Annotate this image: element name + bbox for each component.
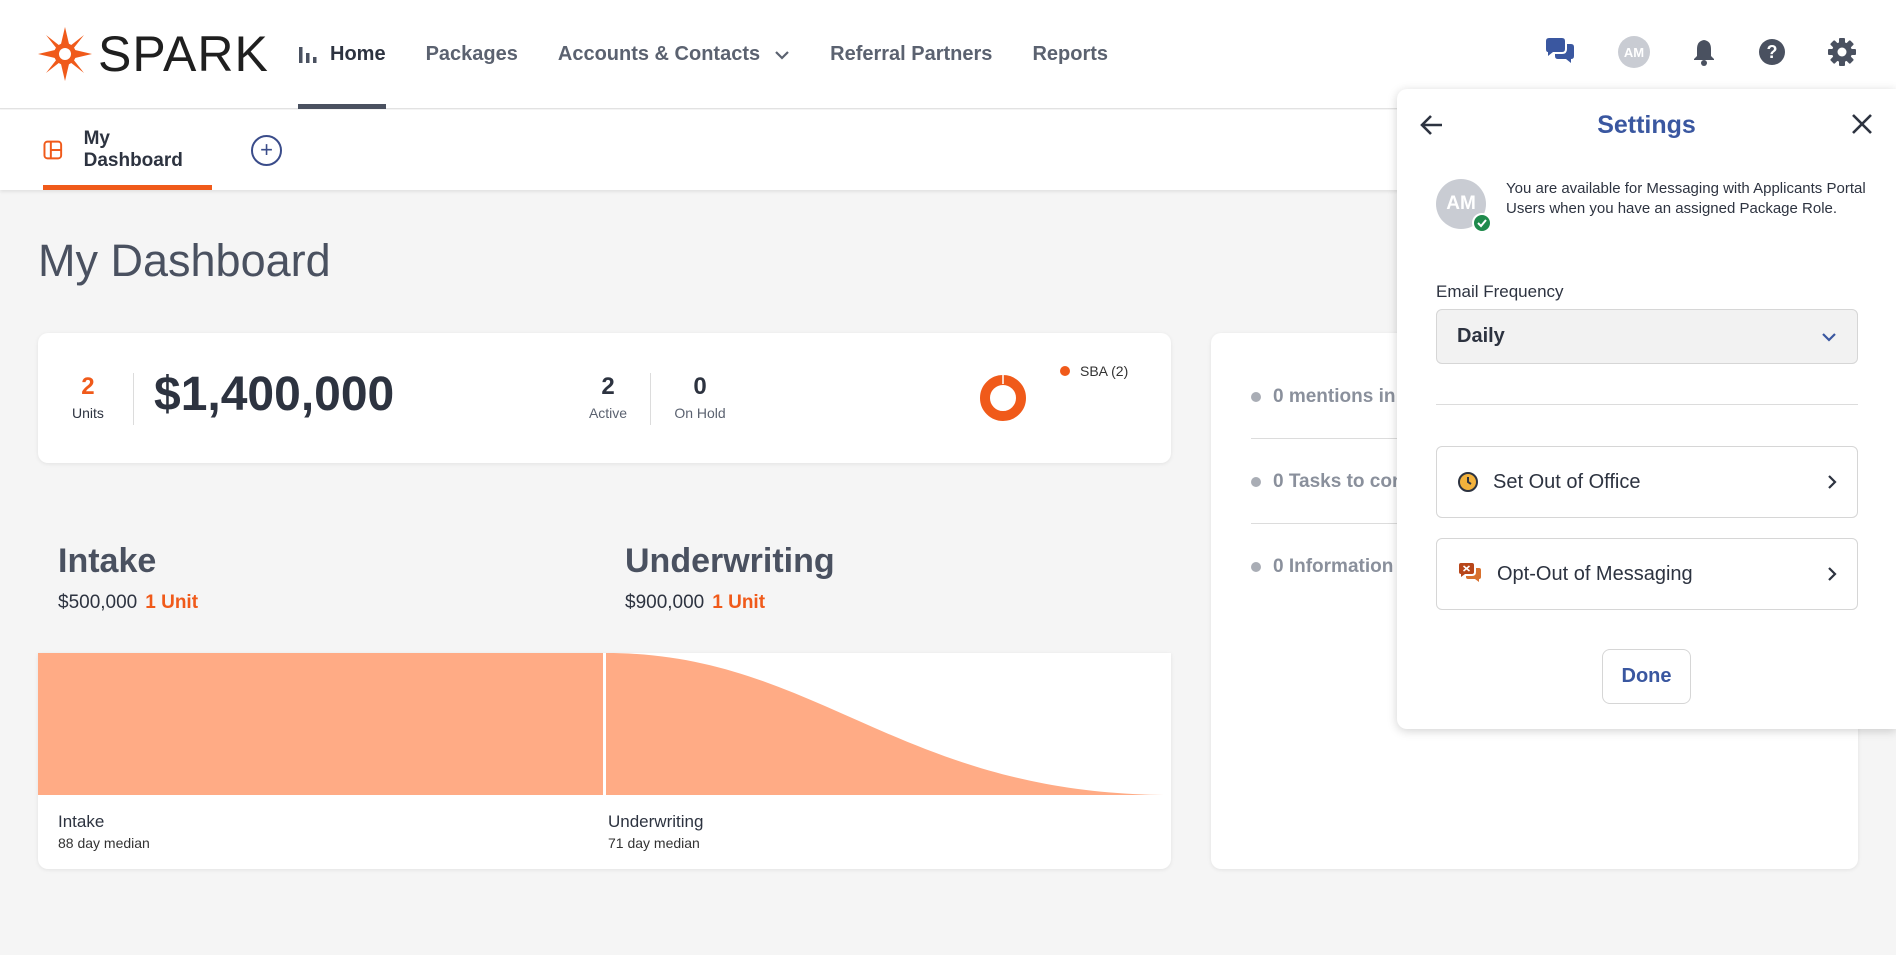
spark-logo[interactable]: SPARK bbox=[38, 26, 269, 82]
funnel-segment-intake[interactable] bbox=[38, 653, 603, 795]
onhold-stat: 0 On Hold bbox=[671, 373, 729, 421]
funnel-shape bbox=[38, 653, 1171, 795]
active-label: Active bbox=[588, 405, 628, 421]
divider bbox=[650, 373, 651, 425]
todo-text: 0 mentions in bbox=[1273, 386, 1396, 407]
set-out-of-office-button[interactable]: Set Out of Office bbox=[1436, 446, 1858, 518]
funnel-label-intake: Intake bbox=[58, 812, 105, 831]
svg-text:?: ? bbox=[1767, 42, 1778, 62]
close-icon[interactable] bbox=[1850, 112, 1874, 136]
stage-summary-intake: $500,000 1 Unit bbox=[58, 592, 198, 614]
add-tab-button[interactable]: + bbox=[251, 135, 282, 166]
available-check-icon bbox=[1472, 213, 1492, 233]
chat-off-icon bbox=[1457, 562, 1483, 586]
chat-icon[interactable] bbox=[1544, 37, 1576, 67]
active-value: 2 bbox=[601, 373, 615, 400]
stage-amount: $900,000 bbox=[625, 592, 705, 613]
stage-units: 1 Unit bbox=[145, 592, 199, 613]
todo-tasks[interactable]: 0 Tasks to con bbox=[1251, 471, 1404, 493]
funnel-median-underwriting: 71 day median bbox=[608, 835, 700, 851]
stage-amount: $500,000 bbox=[58, 592, 138, 613]
nav-reports[interactable]: Reports bbox=[1032, 0, 1108, 109]
chevron-right-icon bbox=[1828, 475, 1837, 489]
email-frequency-label: Email Frequency bbox=[1436, 282, 1564, 301]
active-stat: 2 Active bbox=[588, 373, 628, 421]
funnel-label-underwriting: Underwriting bbox=[608, 812, 704, 831]
chevron-right-icon bbox=[1828, 567, 1837, 581]
done-button[interactable]: Done bbox=[1602, 649, 1691, 704]
stage-summary-underwriting: $900,000 1 Unit bbox=[625, 592, 765, 614]
onhold-label: On Hold bbox=[674, 405, 726, 421]
summary-card: 2 Units $1,400,000 2 Active 0 On Hold SB… bbox=[38, 333, 1171, 463]
user-avatar[interactable]: AM bbox=[1618, 36, 1650, 68]
todo-mentions[interactable]: 0 mentions in bbox=[1251, 386, 1395, 408]
gear-icon[interactable] bbox=[1828, 38, 1856, 66]
stage-title-underwriting: Underwriting bbox=[625, 542, 835, 580]
legend-label: SBA (2) bbox=[1080, 363, 1129, 379]
divider bbox=[133, 373, 134, 425]
nav-home[interactable]: Home bbox=[298, 0, 386, 109]
settings-panel: Settings AM You are available for Messag… bbox=[1397, 89, 1896, 729]
stage-units: 1 Unit bbox=[712, 592, 766, 613]
package-type-donut bbox=[980, 375, 1026, 421]
nav-accounts-label: Accounts & Contacts bbox=[557, 43, 761, 65]
funnel-median-intake: 88 day median bbox=[58, 835, 150, 851]
chevron-down-icon bbox=[1822, 332, 1836, 342]
tab-my-dashboard[interactable]: My Dashboard bbox=[43, 110, 212, 190]
bar-chart-icon bbox=[299, 46, 317, 63]
bullet bbox=[1251, 392, 1261, 402]
bell-icon[interactable] bbox=[1692, 38, 1716, 66]
funnel-segment-underwriting[interactable] bbox=[606, 653, 1171, 795]
logo-text: SPARK bbox=[98, 26, 269, 82]
spark-logo-icon bbox=[38, 27, 92, 81]
units-stat: 2 Units bbox=[72, 373, 104, 421]
nav-packages[interactable]: Packages bbox=[426, 0, 518, 109]
todo-information[interactable]: 0 Information bbox=[1251, 556, 1393, 578]
main-nav: Home Packages Accounts & Contacts Referr… bbox=[298, 0, 1148, 109]
units-value: 2 bbox=[81, 373, 95, 400]
chevron-down-icon bbox=[775, 50, 789, 60]
email-frequency-select[interactable]: Daily bbox=[1436, 309, 1858, 364]
opt-out-label: Opt-Out of Messaging bbox=[1497, 562, 1693, 585]
header-actions: AM ? bbox=[1502, 36, 1856, 68]
nav-accounts-contacts[interactable]: Accounts & Contacts bbox=[558, 0, 790, 109]
nav-referral-partners[interactable]: Referral Partners bbox=[830, 0, 992, 109]
chart-legend: SBA (2) bbox=[1060, 363, 1128, 379]
opt-out-messaging-button[interactable]: Opt-Out of Messaging bbox=[1436, 538, 1858, 610]
settings-title: Settings bbox=[1597, 111, 1696, 139]
help-icon[interactable]: ? bbox=[1758, 38, 1786, 66]
todo-text: 0 Information bbox=[1273, 556, 1394, 577]
bullet bbox=[1251, 562, 1261, 572]
nav-reports-label: Reports bbox=[1032, 43, 1109, 65]
tab-label: My Dashboard bbox=[83, 128, 183, 171]
email-frequency-value: Daily bbox=[1457, 325, 1505, 347]
nav-referral-label: Referral Partners bbox=[830, 43, 993, 65]
dashboard-layout-icon bbox=[43, 140, 63, 160]
clock-icon bbox=[1457, 471, 1479, 493]
divider bbox=[1436, 404, 1858, 405]
todo-text: 0 Tasks to con bbox=[1273, 471, 1404, 492]
units-label: Units bbox=[72, 405, 104, 421]
avatar-initials: AM bbox=[1446, 193, 1476, 214]
legend-dot bbox=[1060, 366, 1070, 376]
nav-home-label: Home bbox=[330, 43, 386, 65]
nav-packages-label: Packages bbox=[425, 43, 518, 65]
bullet bbox=[1251, 477, 1261, 487]
page-title: My Dashboard bbox=[38, 235, 331, 286]
onhold-value: 0 bbox=[693, 373, 707, 400]
total-amount: $1,400,000 bbox=[154, 368, 395, 421]
out-of-office-label: Set Out of Office bbox=[1493, 470, 1641, 493]
availability-text: You are available for Messaging with App… bbox=[1506, 180, 1866, 217]
stage-title-intake: Intake bbox=[58, 542, 157, 580]
settings-avatar: AM bbox=[1436, 179, 1492, 233]
pipeline-funnel: Intake 88 day median Underwriting 71 day… bbox=[38, 653, 1171, 869]
